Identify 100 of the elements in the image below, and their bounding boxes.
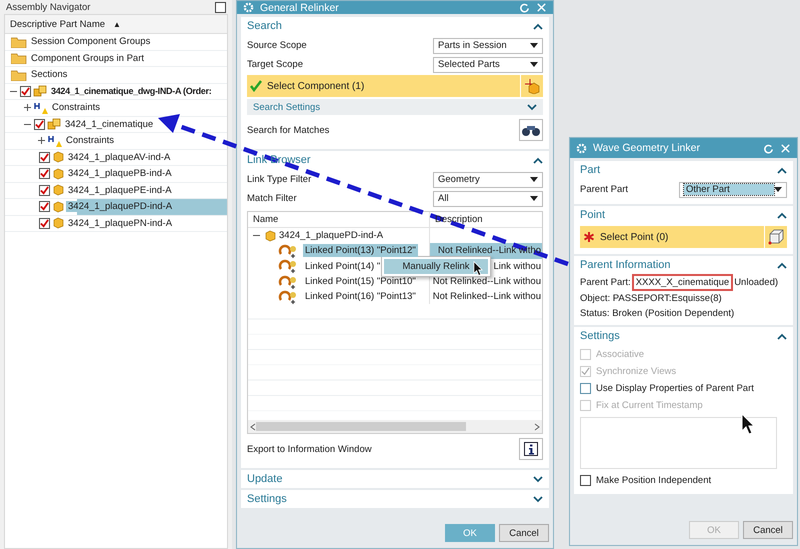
collapse-chevron-icon[interactable] — [777, 262, 787, 268]
tree-item[interactable]: 3424_1_plaqueAV-ind-A — [5, 150, 227, 166]
section-header[interactable]: Point — [574, 206, 793, 224]
expand-toggle-icon[interactable] — [23, 103, 32, 112]
action-label: Export to Information Window — [247, 444, 372, 454]
tree-label: Sections — [30, 69, 68, 80]
collapse-chevron-icon[interactable] — [777, 166, 787, 174]
dropdown[interactable]: Geometry — [433, 172, 543, 188]
tree-item[interactable]: Session Component Groups — [5, 34, 227, 50]
dropdown[interactable]: All — [433, 190, 543, 206]
dropdown[interactable]: Other Part — [679, 182, 787, 198]
dropdown[interactable]: Selected Parts — [433, 56, 543, 72]
selection-row[interactable]: Select Point (0) — [580, 226, 787, 248]
scroll-right-icon[interactable] — [534, 422, 540, 430]
cube-icon — [264, 230, 276, 242]
search-matches-button[interactable] — [519, 119, 543, 141]
tree-label: 3424_1_plaquePN-ind-A — [67, 218, 174, 229]
crosshair-cube-icon — [524, 78, 540, 94]
tree-item[interactable]: Constraints — [5, 133, 227, 150]
section-title: Update — [247, 473, 282, 485]
field-label: Target Scope — [247, 59, 303, 70]
section-title: Part — [580, 164, 600, 176]
checkbox[interactable] — [39, 218, 50, 229]
binoculars-icon — [521, 123, 541, 137]
checkbox[interactable] — [580, 475, 591, 486]
section-header[interactable]: Update — [241, 470, 549, 488]
table-cell: Linked Point(13) "Point12" — [303, 244, 418, 258]
field-label: Source Scope — [247, 40, 307, 51]
reset-icon[interactable] — [763, 142, 774, 154]
selection-row[interactable]: Select Component (1) — [247, 75, 543, 97]
checkbox-label: Make Position Independent — [596, 475, 712, 486]
window-title: Wave Geometry Linker — [593, 142, 700, 154]
menu-item[interactable]: Manually Relink — [384, 259, 488, 274]
close-icon[interactable] — [780, 142, 791, 154]
info-icon — [524, 442, 538, 456]
checkbox[interactable] — [34, 118, 45, 130]
dropdown[interactable]: Parts in Session — [433, 38, 543, 54]
tree-label: 3424_1_cinematique — [64, 118, 154, 130]
tree-item[interactable]: 3424_1_plaquePD-ind-A — [5, 199, 227, 216]
tree-item[interactable]: 3424_1_plaquePB-ind-A — [5, 166, 227, 182]
section-header[interactable]: Settings — [574, 327, 793, 345]
expand-chevron-icon[interactable] — [533, 496, 543, 502]
section-title: Parent Information — [580, 259, 670, 271]
collapse-chevron-icon[interactable] — [777, 332, 787, 340]
section-header[interactable]: Search — [241, 17, 549, 35]
subsection-title: Search Settings — [253, 102, 320, 112]
collapse-chevron-icon[interactable] — [533, 22, 543, 30]
subsection-header[interactable]: Search Settings — [247, 99, 543, 115]
dropdown-caret-icon — [530, 196, 538, 201]
cube-icon — [52, 168, 64, 180]
parent-part-value: XXXX_X_cinematique — [634, 276, 732, 289]
reset-icon[interactable] — [519, 2, 530, 13]
tree-item[interactable]: Sections — [5, 67, 227, 84]
info-button[interactable] — [519, 438, 543, 460]
section-header[interactable]: Settings — [241, 490, 549, 508]
table-cell: Not Relinked--Link withou — [432, 276, 541, 288]
section-header[interactable]: Parent Information — [574, 256, 793, 274]
pin-box-icon[interactable] — [215, 2, 226, 12]
column-header[interactable]: Descriptive Part Name ▲ — [5, 15, 227, 34]
tree-item[interactable]: 3424_1_plaquePE-ind-A — [5, 182, 227, 199]
checkbox[interactable] — [20, 86, 31, 97]
checkbox[interactable] — [39, 201, 50, 212]
horizontal-scrollbar[interactable] — [248, 420, 542, 433]
tree-label: Constraints — [51, 102, 102, 114]
table-cell: 3424_1_plaquePD-ind-A — [279, 230, 384, 242]
info-label: Parent Part: — [580, 277, 631, 288]
column-header[interactable]: Name — [248, 212, 430, 227]
cube-icon — [52, 217, 64, 230]
expand-toggle-icon[interactable] — [37, 136, 46, 146]
stacked-boxes-icon — [47, 117, 61, 132]
tree-item[interactable]: 3424_1_cinematique_dwg-IND-A (Order: — [5, 84, 227, 100]
tree-item[interactable]: 3424_1_plaquePN-ind-A — [5, 216, 227, 232]
cancel-button[interactable]: Cancel — [743, 521, 793, 539]
tree-item[interactable]: Component Groups in Part — [5, 50, 227, 67]
cube-icon — [52, 184, 64, 196]
expand-chevron-icon[interactable] — [527, 104, 537, 110]
dropdown-caret-icon — [530, 43, 538, 48]
constraint-warning-icon — [48, 134, 62, 148]
checkbox[interactable] — [580, 383, 591, 394]
section-header[interactable]: Part — [574, 161, 793, 179]
section-title: Settings — [580, 330, 620, 342]
checkbox[interactable] — [39, 152, 50, 163]
collapse-chevron-icon[interactable] — [533, 156, 543, 164]
field-label: Match Filter — [247, 193, 297, 204]
cube-icon — [52, 151, 64, 164]
table-cell-text: Linked Point(15) "Point10" — [304, 275, 417, 288]
checkbox[interactable] — [39, 168, 50, 180]
checkbox-label: Use Display Properties of Parent Part — [596, 383, 754, 394]
dropdown-caret-icon — [774, 187, 782, 192]
info-text: Object: PASSEPORT:Esquisse(8) — [580, 293, 722, 304]
info-text: Unloaded) — [734, 277, 778, 288]
cancel-button[interactable]: Cancel — [499, 524, 549, 542]
checkbox-label: Synchronize Views — [596, 366, 676, 377]
collapse-chevron-icon[interactable] — [777, 212, 787, 218]
expand-chevron-icon[interactable] — [533, 476, 543, 482]
tree-label: Component Groups in Part — [30, 52, 146, 64]
tree-label: 3424_1_plaquePE-ind-A — [67, 184, 173, 196]
scroll-left-icon[interactable] — [250, 422, 256, 430]
checkbox[interactable] — [39, 184, 50, 196]
close-icon[interactable] — [536, 2, 547, 13]
